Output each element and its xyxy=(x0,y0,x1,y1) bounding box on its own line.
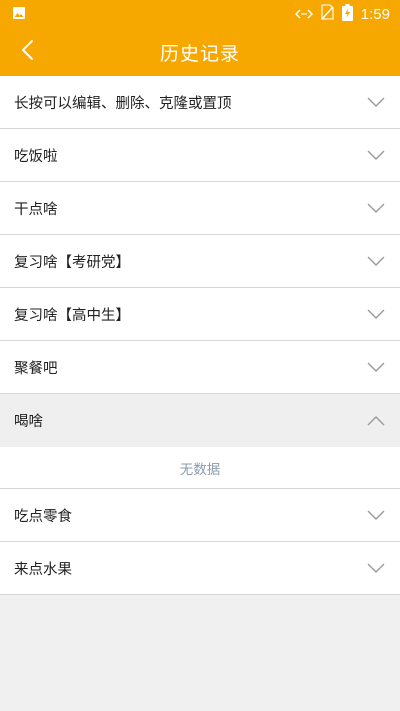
chevron-left-icon xyxy=(21,39,35,65)
status-time: 1:59 xyxy=(360,5,390,23)
list-item-label: 来点水果 xyxy=(14,561,72,578)
status-bar: 1:59 xyxy=(0,0,400,28)
list-item[interactable]: 复习啥【考研党】 xyxy=(0,235,400,288)
page-title: 历史记录 xyxy=(159,42,240,65)
history-list: 长按可以编辑、删除、克隆或置顶 吃饭啦 干点啥 复习啥【考研党】 复习啥【高中生… xyxy=(0,76,400,595)
list-item-label: 复习啥【考研党】 xyxy=(14,254,130,271)
empty-state: 无数据 xyxy=(0,447,400,489)
image-icon xyxy=(12,5,26,24)
list-item-label: 干点啥 xyxy=(14,201,58,218)
list-item-label: 吃点零食 xyxy=(14,508,72,525)
list-item-label: 喝啥 xyxy=(14,414,43,430)
list-item[interactable]: 来点水果 xyxy=(0,542,400,595)
back-button[interactable] xyxy=(8,28,48,76)
list-item[interactable]: 吃饭啦 xyxy=(0,129,400,182)
chevron-down-icon xyxy=(366,562,386,574)
list-item[interactable]: 复习啥【高中生】 xyxy=(0,288,400,341)
list-item-expanded[interactable]: 喝啥 xyxy=(0,394,400,447)
list-item-label: 复习啥【高中生】 xyxy=(14,307,130,324)
list-item[interactable]: 长按可以编辑、删除、克隆或置顶 xyxy=(0,76,400,129)
app-bar: 历史记录 xyxy=(0,28,400,76)
list-item[interactable]: 聚餐吧 xyxy=(0,341,400,394)
chevron-down-icon xyxy=(366,149,386,161)
battery-charging-icon xyxy=(341,3,353,25)
list-item[interactable]: 吃点零食 xyxy=(0,489,400,542)
data-sync-icon xyxy=(294,5,313,24)
chevron-down-icon xyxy=(366,308,386,320)
list-item-label: 长按可以编辑、删除、克隆或置顶 xyxy=(14,95,232,112)
chevron-down-icon xyxy=(366,202,386,214)
list-item-label: 聚餐吧 xyxy=(14,360,58,377)
empty-state-text: 无数据 xyxy=(179,461,221,478)
list-item-label: 吃饭啦 xyxy=(14,148,58,165)
chevron-down-icon xyxy=(366,361,386,373)
list-item[interactable]: 干点啥 xyxy=(0,182,400,235)
chevron-up-icon xyxy=(366,415,386,427)
no-sim-icon xyxy=(321,4,334,24)
chevron-down-icon xyxy=(366,96,386,108)
chevron-down-icon xyxy=(366,255,386,267)
chevron-down-icon xyxy=(366,509,386,521)
